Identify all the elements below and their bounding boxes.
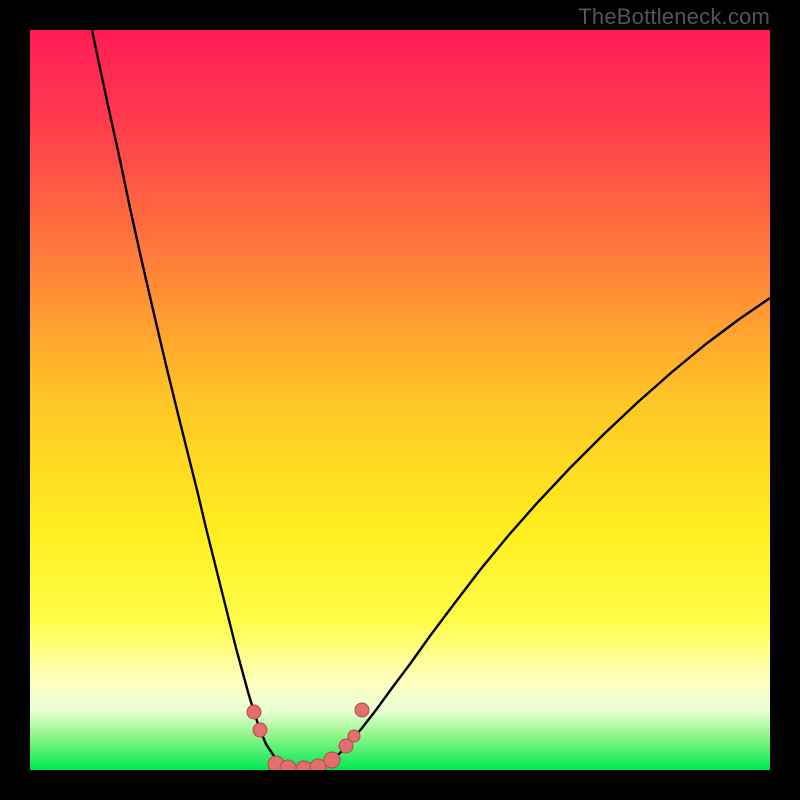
- gradient-background: [30, 30, 770, 770]
- scatter-dot: [324, 752, 340, 768]
- scatter-dot: [355, 703, 369, 717]
- plot-area: [30, 30, 770, 770]
- scatter-dot: [253, 723, 267, 737]
- plot-svg: [30, 30, 770, 770]
- chart-frame: TheBottleneck.com: [0, 0, 800, 800]
- scatter-dot: [348, 730, 360, 742]
- watermark-text: TheBottleneck.com: [578, 4, 770, 30]
- scatter-dot: [247, 705, 261, 719]
